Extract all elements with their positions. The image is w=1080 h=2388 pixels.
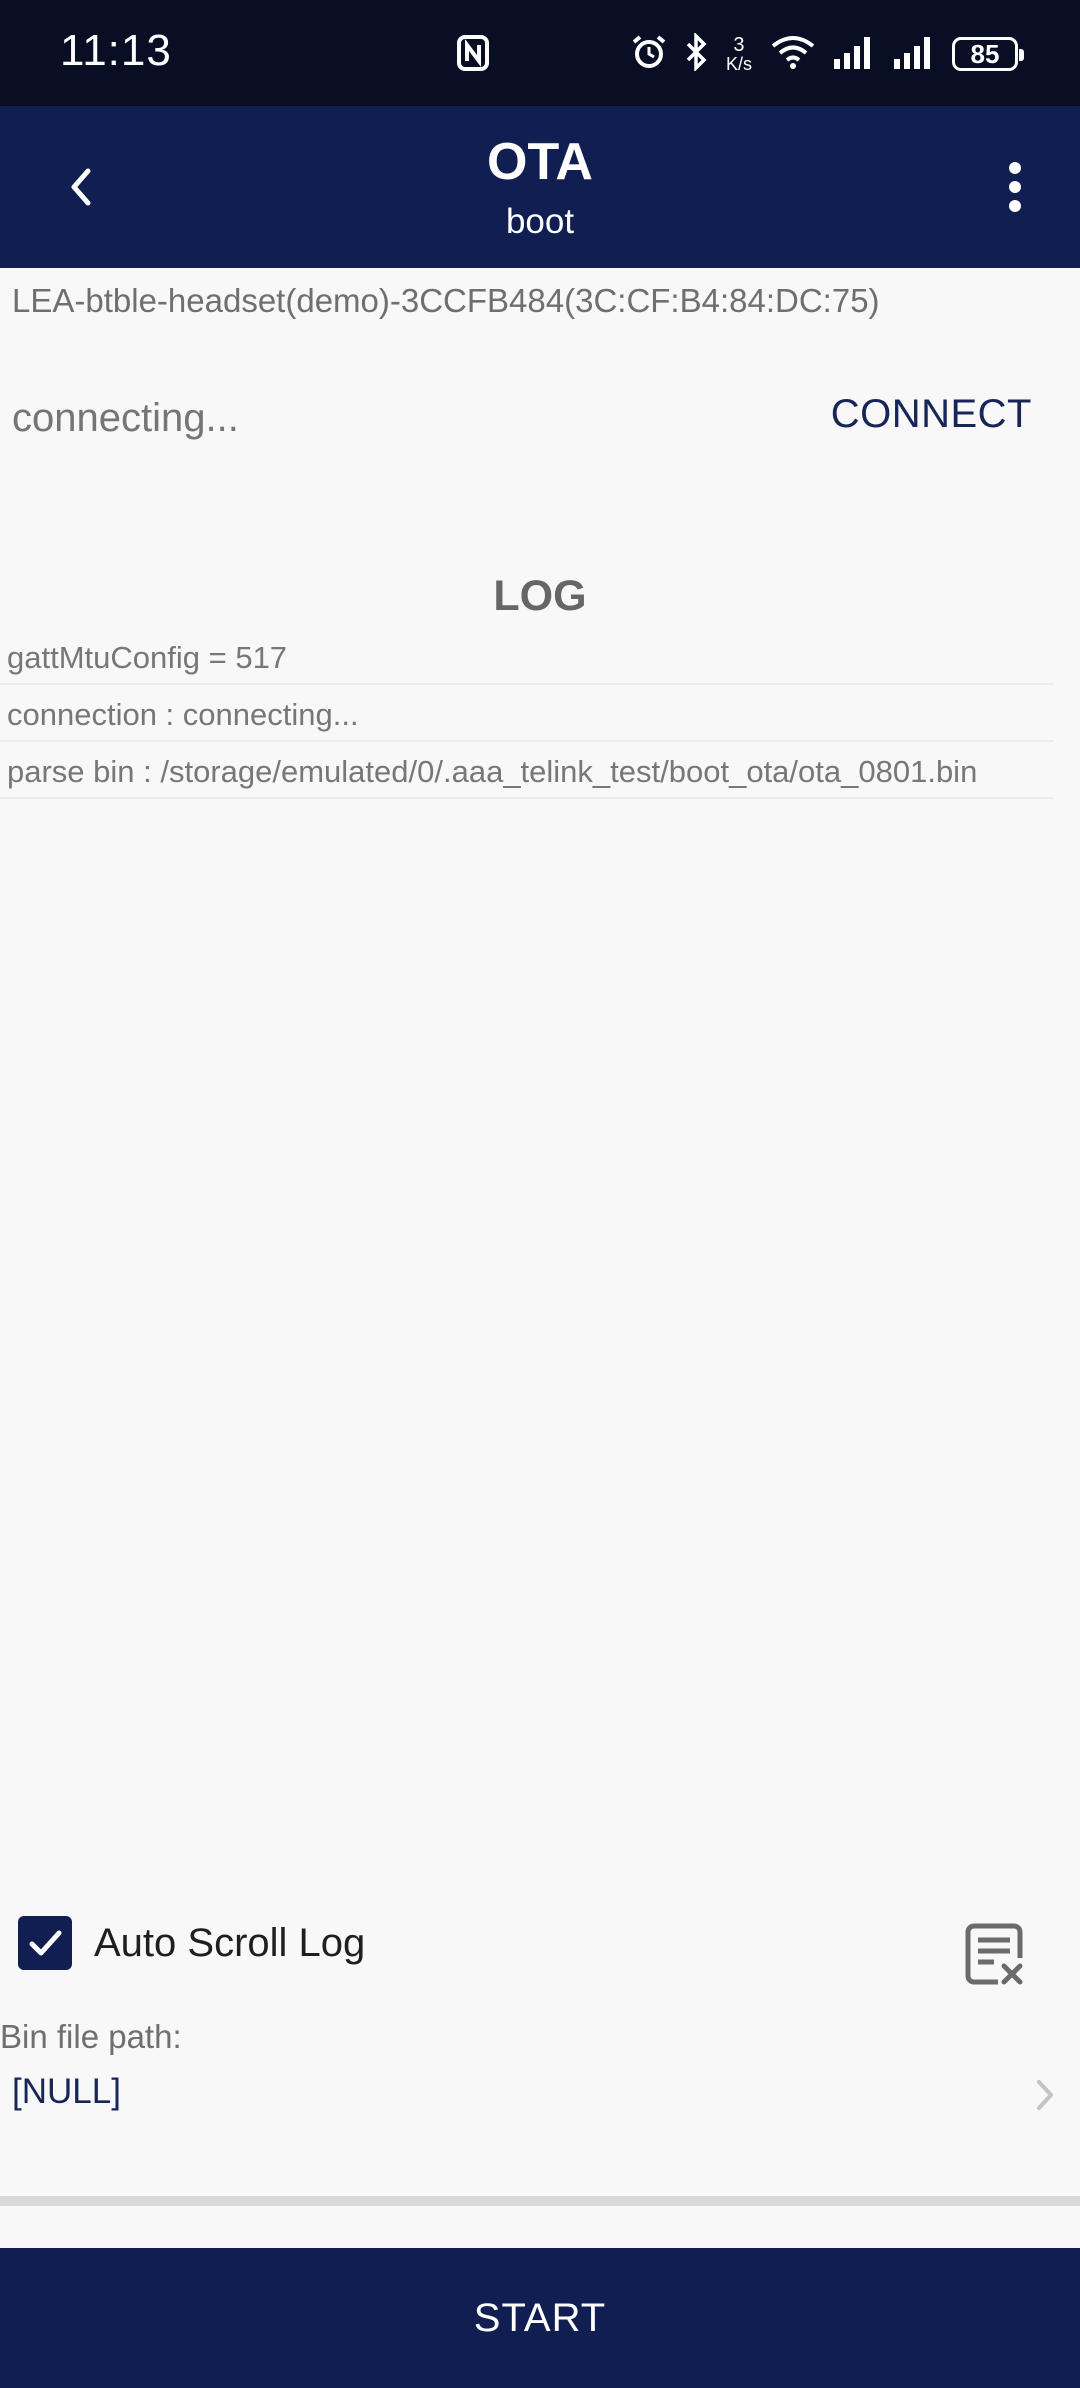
status-time: 11:13 [60, 26, 172, 75]
divider [0, 2196, 1080, 2206]
battery-icon: 85 [952, 37, 1024, 71]
page-subtitle: boot [505, 202, 575, 241]
log-entry: connection : connecting... [0, 685, 1054, 742]
status-bar: 11:13 3 K/s 85 [0, 0, 1080, 106]
network-speed-unit: K/s [725, 54, 752, 74]
bin-file-path-label: Bin file path: [0, 2018, 182, 2055]
chevron-right-icon [1034, 2078, 1056, 2117]
clear-log-button[interactable] [962, 1920, 1030, 1988]
alarm-icon [630, 33, 668, 76]
more-vert-icon [1009, 162, 1021, 212]
connect-button[interactable]: CONNECT [831, 392, 1032, 437]
app-bar: OTA boot [0, 106, 1080, 268]
network-speed: 3 K/s [726, 35, 752, 73]
bin-file-path-value: [NULL] [12, 2072, 121, 2111]
bluetooth-icon [684, 31, 708, 76]
bin-file-path-selector[interactable]: [NULL] [0, 2062, 1080, 2130]
network-speed-value: 3 [733, 34, 745, 56]
connection-state: connecting... [12, 396, 239, 440]
auto-scroll-label: Auto Scroll Log [94, 1920, 366, 1965]
overflow-menu-button[interactable] [990, 154, 1040, 220]
start-button[interactable]: START [0, 2248, 1080, 2388]
auto-scroll-checkbox[interactable]: Auto Scroll Log [18, 1916, 365, 1970]
checkbox-checked-icon[interactable] [18, 1916, 72, 1970]
clear-log-icon [965, 1923, 1028, 1986]
device-name: LEA-btble-headset(demo)-3CCFB484(3C:CF:B… [12, 282, 880, 319]
log-list[interactable]: gattMtuConfig = 517 connection : connect… [0, 628, 1054, 799]
battery-level: 85 [970, 38, 1000, 69]
wifi-icon [770, 34, 816, 75]
signal-icon [832, 35, 876, 74]
log-entry: parse bin : /storage/emulated/0/.aaa_tel… [0, 742, 1054, 799]
log-heading: LOG [493, 572, 587, 620]
log-entry: gattMtuConfig = 517 [0, 628, 1054, 685]
signal-icon [892, 35, 936, 74]
page-title: OTA [487, 133, 593, 191]
status-icons: 3 K/s 85 [630, 28, 1024, 80]
nfc-icon [456, 34, 490, 77]
